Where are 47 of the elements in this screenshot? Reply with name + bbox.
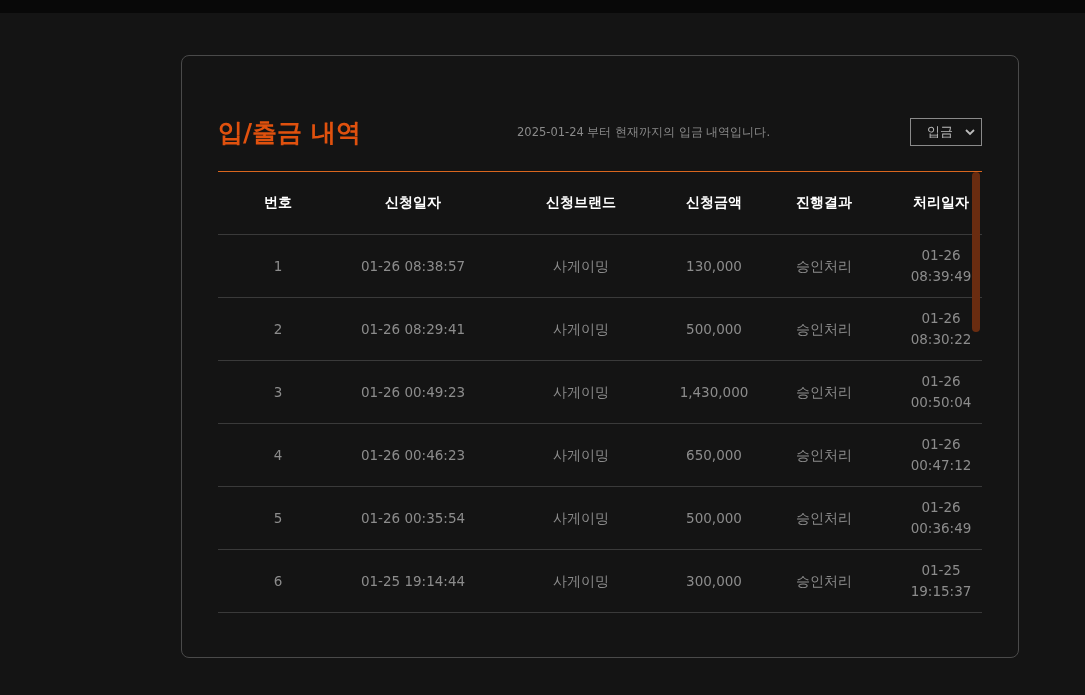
table-cell-text: 01-26 08:29:41 xyxy=(359,319,467,339)
page-title: 입/출금 내역 xyxy=(218,116,362,149)
table-cell-text: 01-26 00:35:54 xyxy=(359,508,467,528)
table-cell-text: 승인처리 xyxy=(795,508,853,528)
table-cell-text: 01-26 08:30:22 xyxy=(909,309,973,349)
chevron-down-icon xyxy=(965,128,975,136)
column-header: 신청일자 xyxy=(384,194,442,212)
column-header: 진행결과 xyxy=(795,194,853,212)
table-cell-text: 01-25 19:15:37 xyxy=(909,561,973,601)
scrollbar-thumb[interactable] xyxy=(972,172,980,332)
type-select[interactable]: 입금 xyxy=(910,118,982,146)
table-cell-text: 500,000 xyxy=(685,508,743,528)
table-cell-text: 승인처리 xyxy=(795,319,853,339)
table-cell-text: 5 xyxy=(272,508,284,528)
table-cell-text: 승인처리 xyxy=(795,571,853,591)
table-cell-text: 2 xyxy=(272,319,284,339)
column-header: 처리일자 xyxy=(912,194,970,212)
column-header: 신청금액 xyxy=(685,194,743,212)
table-cell-text: 500,000 xyxy=(685,319,743,339)
date-range-notice: 2025-01-24 부터 현재까지의 입금 내역입니다. xyxy=(517,124,772,140)
table-cell-text: 01-26 00:49:23 xyxy=(359,382,467,402)
table-cell-text: 4 xyxy=(272,445,284,465)
column-header: 신청브랜드 xyxy=(545,194,617,212)
table-cell-text: 1 xyxy=(272,256,284,276)
table-cell-text: 6 xyxy=(272,571,284,591)
table-cell-text: 사게이밍 xyxy=(552,571,610,591)
table-cell-text: 사게이밍 xyxy=(552,508,610,528)
table-cell-text: 01-26 00:50:04 xyxy=(909,372,973,412)
table-cell-text: 승인처리 xyxy=(795,445,853,465)
column-header: 번호 xyxy=(263,194,293,212)
table-cell-text: 사게이밍 xyxy=(552,319,610,339)
table-cell-text: 01-26 08:39:49 xyxy=(909,246,973,286)
table-cell-text: 3 xyxy=(272,382,284,402)
table-cell-text: 승인처리 xyxy=(795,256,853,276)
table-cell-text: 1,430,000 xyxy=(678,382,750,402)
table-cell-text: 01-26 00:47:12 xyxy=(909,435,973,475)
table-cell-text: 130,000 xyxy=(685,256,743,276)
table-cell-text: 사게이밍 xyxy=(552,445,610,465)
table-cell-text: 01-26 00:46:23 xyxy=(359,445,467,465)
table-cell-text: 300,000 xyxy=(685,571,743,591)
table-cell-text: 승인처리 xyxy=(795,382,853,402)
table-cell-text: 사게이밍 xyxy=(552,382,610,402)
table-cell-text: 01-26 08:38:57 xyxy=(359,256,467,276)
table-cell-text: 사게이밍 xyxy=(552,256,610,276)
table-cell-text: 01-25 19:14:44 xyxy=(359,571,467,591)
table-cell-text: 01-26 00:36:49 xyxy=(909,498,973,538)
table-cell-text: 650,000 xyxy=(685,445,743,465)
